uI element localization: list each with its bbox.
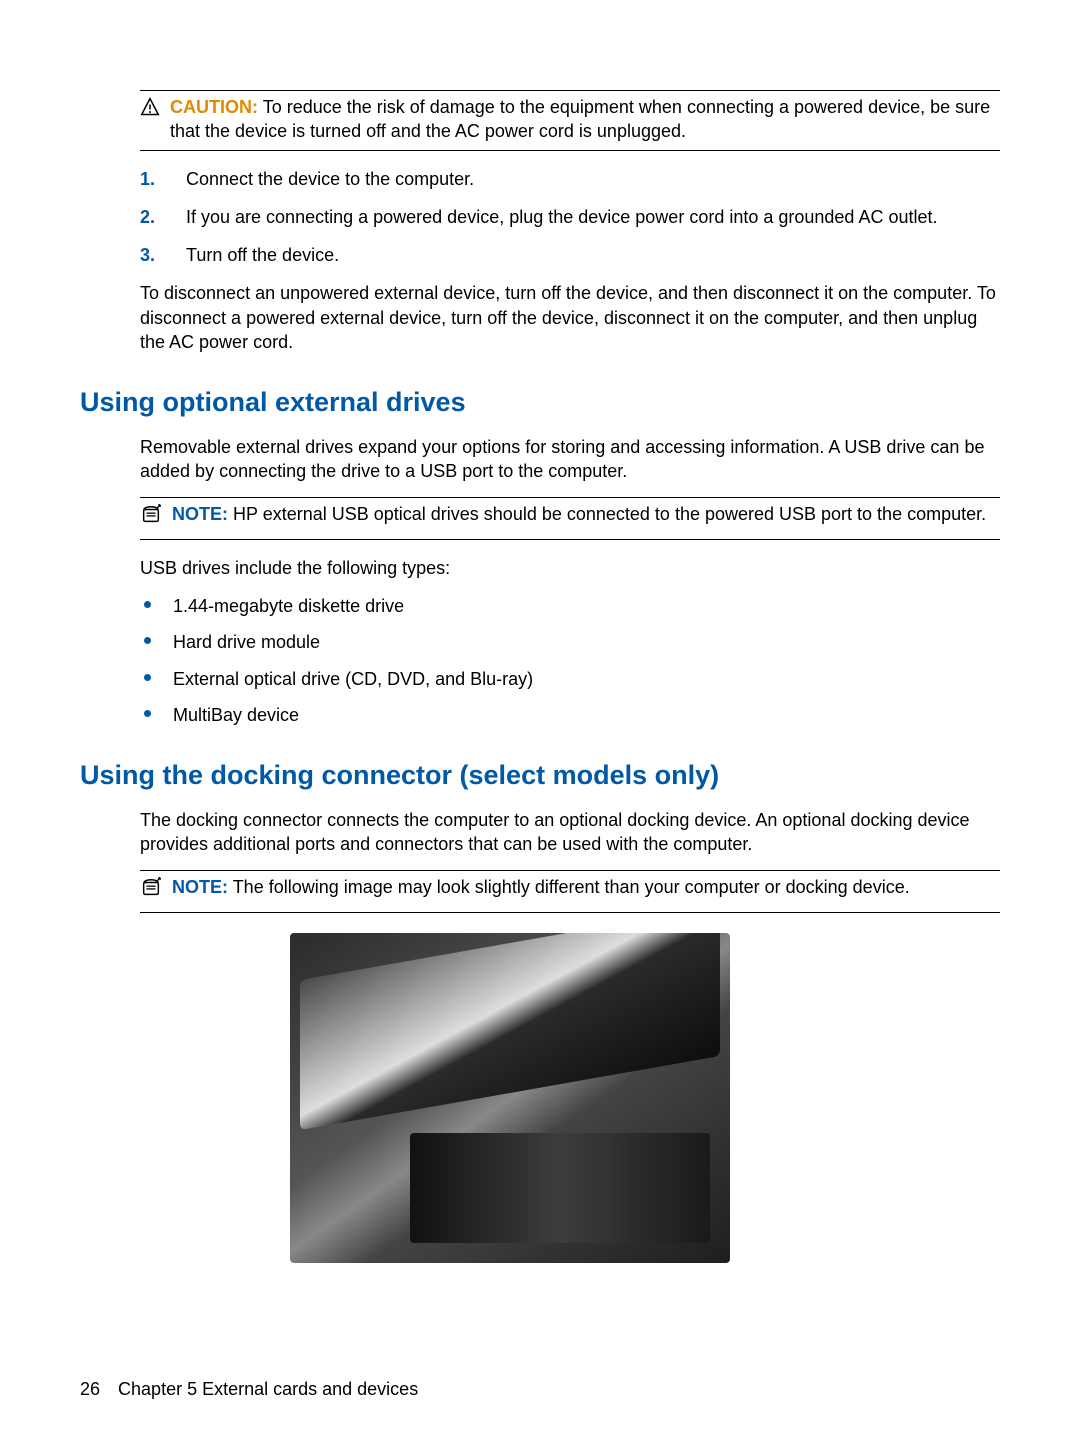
- drives-intro: Removable external drives expand your op…: [140, 435, 1000, 484]
- list-item-text: 1.44-megabyte diskette drive: [173, 594, 404, 618]
- caution-block: CAUTION: To reduce the risk of damage to…: [140, 90, 1000, 354]
- note-text: HP external USB optical drives should be…: [233, 504, 986, 524]
- caution-body: CAUTION: To reduce the risk of damage to…: [170, 95, 1000, 144]
- disconnect-paragraph: To disconnect an unpowered external devi…: [140, 281, 1000, 354]
- step-number: 3.: [140, 243, 168, 267]
- page-number: 26: [80, 1377, 100, 1401]
- page: CAUTION: To reduce the risk of damage to…: [0, 0, 1080, 1437]
- section-title-docking: Using the docking connector (select mode…: [80, 757, 1000, 793]
- list-item: MultiBay device: [140, 703, 1000, 727]
- step-item: 2. If you are connecting a powered devic…: [140, 205, 1000, 229]
- step-number: 2.: [140, 205, 168, 229]
- docking-intro: The docking connector connects the compu…: [140, 808, 1000, 857]
- list-item-text: MultiBay device: [173, 703, 299, 727]
- bullet-icon: [144, 637, 151, 644]
- caution-callout: CAUTION: To reduce the risk of damage to…: [140, 90, 1000, 151]
- list-item-text: External optical drive (CD, DVD, and Blu…: [173, 667, 533, 691]
- drives-content: Removable external drives expand your op…: [140, 435, 1000, 727]
- page-footer: 26 Chapter 5 External cards and devices: [80, 1377, 1000, 1401]
- list-item-text: Hard drive module: [173, 630, 320, 654]
- list-item: Hard drive module: [140, 630, 1000, 654]
- note-body: NOTE: HP external USB optical drives sho…: [172, 502, 1000, 526]
- chapter-label: Chapter 5 External cards and devices: [118, 1377, 418, 1401]
- list-item: 1.44-megabyte diskette drive: [140, 594, 1000, 618]
- caution-prefix: CAUTION:: [170, 97, 258, 117]
- drives-note-callout: NOTE: HP external USB optical drives sho…: [140, 497, 1000, 539]
- steps-list: 1. Connect the device to the computer. 2…: [140, 167, 1000, 268]
- note-icon: [140, 877, 162, 905]
- bullet-icon: [144, 601, 151, 608]
- types-intro: USB drives include the following types:: [140, 556, 1000, 580]
- list-item: External optical drive (CD, DVD, and Blu…: [140, 667, 1000, 691]
- section-title-drives: Using optional external drives: [80, 384, 1000, 420]
- note-prefix: NOTE:: [172, 877, 228, 897]
- note-text: The following image may look slightly di…: [233, 877, 910, 897]
- docking-content: The docking connector connects the compu…: [140, 808, 1000, 913]
- note-prefix: NOTE:: [172, 504, 228, 524]
- warning-triangle-icon: [140, 97, 160, 123]
- note-icon: [140, 504, 162, 532]
- bullet-icon: [144, 710, 151, 717]
- drive-types-list: 1.44-megabyte diskette drive Hard drive …: [140, 594, 1000, 727]
- docking-note-callout: NOTE: The following image may look sligh…: [140, 870, 1000, 912]
- step-item: 3. Turn off the device.: [140, 243, 1000, 267]
- step-text: Turn off the device.: [186, 243, 339, 267]
- note-body: NOTE: The following image may look sligh…: [172, 875, 1000, 899]
- step-item: 1. Connect the device to the computer.: [140, 167, 1000, 191]
- step-text: Connect the device to the computer.: [186, 167, 474, 191]
- step-number: 1.: [140, 167, 168, 191]
- bullet-icon: [144, 674, 151, 681]
- docking-connector-illustration: [290, 933, 730, 1263]
- step-text: If you are connecting a powered device, …: [186, 205, 937, 229]
- caution-text: To reduce the risk of damage to the equi…: [170, 97, 990, 141]
